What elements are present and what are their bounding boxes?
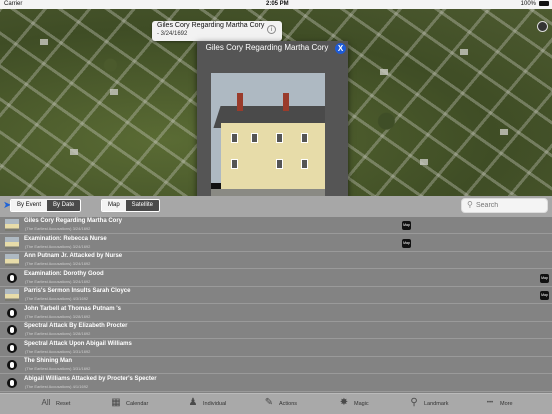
photo-window bbox=[251, 133, 258, 143]
event-subtitle: (The Earliest Accusations) 3/24/1692 bbox=[25, 243, 91, 249]
search-input[interactable] bbox=[476, 200, 544, 211]
carrier-label: Carrier bbox=[4, 1, 23, 7]
event-subtitle: (The Earliest Accusations) 3/28/1692 bbox=[25, 313, 91, 319]
close-button[interactable]: X bbox=[335, 43, 346, 54]
list-item[interactable]: Ann Putnam Jr. Attacked by Nurse (The Ear… bbox=[0, 252, 552, 269]
tab-label: Calendar bbox=[126, 401, 149, 407]
popup-title: Giles Cory Regarding Martha Cory bbox=[205, 43, 329, 52]
photo-chimney bbox=[237, 93, 243, 111]
event-title: Giles Cory Regarding Martha Cory bbox=[24, 218, 123, 224]
event-title: The Shining Man bbox=[24, 358, 72, 364]
tab-label: Individual bbox=[203, 401, 227, 407]
event-title: Examination: Dorothy Good bbox=[24, 270, 104, 277]
compass-icon[interactable] bbox=[537, 21, 548, 32]
event-date-segment: By Event By Date bbox=[10, 199, 82, 212]
pin-icon bbox=[7, 272, 17, 283]
callout-title: Giles Cory Regarding Martha Cory bbox=[157, 22, 265, 29]
control-bar: ➤ By Event By Date Map Satellite ⚲ bbox=[0, 196, 552, 217]
landmark-icon: ⚲ bbox=[410, 397, 418, 408]
event-subtitle: (The Earliest Accusations) 3/24/1692 bbox=[25, 278, 91, 284]
actions-icon: ✎ bbox=[264, 397, 274, 408]
list-item[interactable]: Examination: Rebecca Nurse (The Earliest … bbox=[0, 235, 552, 252]
map-button[interactable]: Map bbox=[402, 238, 411, 248]
event-title: Spectral Attack Upon Abigail Williams bbox=[24, 340, 132, 347]
event-title: Abigail Williams Attacked by Procter's S… bbox=[24, 375, 157, 382]
map-rooftop bbox=[70, 149, 78, 155]
list-item[interactable]: Parris's Sermon Insults Sarah Cloyce (The… bbox=[0, 287, 552, 304]
pin-icon bbox=[7, 342, 17, 353]
event-thumbnail bbox=[5, 219, 19, 231]
status-bar: Carrier 2:05 PM 100% bbox=[0, 0, 552, 9]
event-title: John Tarbell at Thomas Putnam 's bbox=[24, 305, 121, 312]
event-list: Giles Cory Regarding Martha Cory (The Ear… bbox=[0, 217, 552, 393]
list-item[interactable]: Abigail Williams Attacked by Procter's S… bbox=[0, 375, 552, 392]
pin-icon bbox=[7, 360, 17, 370]
pin-icon bbox=[7, 325, 17, 335]
map-rooftop bbox=[500, 129, 508, 135]
photo-window bbox=[301, 159, 308, 169]
map-tab[interactable]: Map bbox=[102, 200, 126, 211]
tab-label: Landmark bbox=[424, 401, 449, 407]
event-subtitle: (The Earliest Accusations) 4/1/1692 bbox=[25, 383, 89, 389]
tab-bar: All Reset ▦ Calendar ♟ Individual ✎ Actions ✸ Mag… bbox=[0, 393, 552, 414]
map-button[interactable]: Map bbox=[540, 273, 549, 283]
event-title: Examination: Rebecca Nurse bbox=[24, 235, 107, 242]
pin-icon bbox=[7, 307, 17, 318]
more-icon: ••• bbox=[486, 400, 494, 406]
list-item[interactable]: John Tarbell at Thomas Putnam 's (The Ear… bbox=[0, 305, 552, 322]
list-item[interactable]: Giles Cory Regarding Martha Cory (The Ear… bbox=[0, 217, 552, 234]
person-icon: ♟ bbox=[188, 397, 198, 408]
battery-icon bbox=[539, 1, 549, 6]
list-item[interactable]: The Shining Man (The Earliest Accusations… bbox=[0, 357, 552, 374]
photo-window bbox=[276, 133, 283, 143]
calendar-icon: ▦ bbox=[111, 397, 121, 408]
photo-window bbox=[231, 133, 238, 143]
tab-label: More bbox=[500, 401, 513, 407]
event-subtitle: (The Earliest Accusations) 3/31/1692 bbox=[25, 366, 91, 371]
by-event-tab[interactable]: By Event bbox=[11, 200, 48, 211]
tab-label: Actions bbox=[279, 401, 298, 407]
event-title: Spectral Attack By Elizabeth Procter bbox=[24, 323, 128, 329]
map-button[interactable]: Map bbox=[540, 291, 549, 300]
map-type-segment: Map Satellite bbox=[101, 199, 161, 212]
photo-window bbox=[231, 159, 238, 169]
photo-window bbox=[301, 133, 308, 143]
list-item[interactable]: Examination: Dorothy Good (The Earliest A… bbox=[0, 270, 552, 287]
search-icon: ⚲ bbox=[467, 200, 473, 209]
map-rooftop bbox=[420, 159, 428, 165]
event-title: Ann Putnam Jr. Attacked by Nurse bbox=[24, 253, 123, 259]
event-subtitle: (The Earliest Accusations) 3/24/1692 bbox=[25, 261, 91, 266]
event-subtitle: (The Earliest Accusations) 4/3/1692 bbox=[25, 296, 89, 301]
magic-icon: ✸ bbox=[339, 397, 349, 408]
map-button[interactable]: Map bbox=[402, 221, 411, 230]
tab-label: Reset bbox=[56, 401, 71, 407]
callout-subtitle: - 3/24/1692 bbox=[157, 31, 188, 37]
clock-label: 2:05 PM bbox=[266, 1, 289, 7]
event-subtitle: (The Earliest Accusations) 3/24/1692 bbox=[25, 226, 91, 231]
photo-chimney bbox=[283, 93, 289, 111]
event-thumbnail bbox=[5, 254, 19, 266]
map-rooftop bbox=[460, 49, 468, 55]
list-item[interactable]: Spectral Attack By Elizabeth Procter (The… bbox=[0, 322, 552, 339]
battery-label: 100% bbox=[520, 1, 536, 7]
event-thumbnail bbox=[5, 236, 19, 249]
all-icon: All bbox=[41, 398, 51, 407]
pin-icon bbox=[7, 377, 17, 388]
map-rooftop bbox=[380, 69, 388, 75]
photo-window bbox=[276, 159, 283, 169]
event-subtitle: (The Earliest Accusations) 3/31/1692 bbox=[25, 348, 91, 354]
map-callout[interactable]: Giles Cory Regarding Martha Cory - 3/24/… bbox=[152, 21, 282, 46]
by-date-tab[interactable]: By Date bbox=[47, 200, 81, 211]
map-rooftop bbox=[110, 89, 118, 95]
satellite-tab[interactable]: Satellite bbox=[125, 200, 160, 211]
tab-label: Magic bbox=[354, 401, 369, 407]
photo-house bbox=[221, 123, 325, 189]
event-title: Parris's Sermon Insults Sarah Cloyce bbox=[24, 288, 131, 294]
event-thumbnail bbox=[5, 289, 19, 301]
search-box[interactable]: ⚲ bbox=[461, 198, 548, 213]
event-subtitle: (The Earliest Accusations) 3/28/1692 bbox=[25, 331, 91, 336]
map-rooftop bbox=[40, 39, 48, 45]
list-item[interactable]: Spectral Attack Upon Abigail Williams (Th… bbox=[0, 340, 552, 357]
info-icon[interactable]: i bbox=[267, 25, 276, 34]
